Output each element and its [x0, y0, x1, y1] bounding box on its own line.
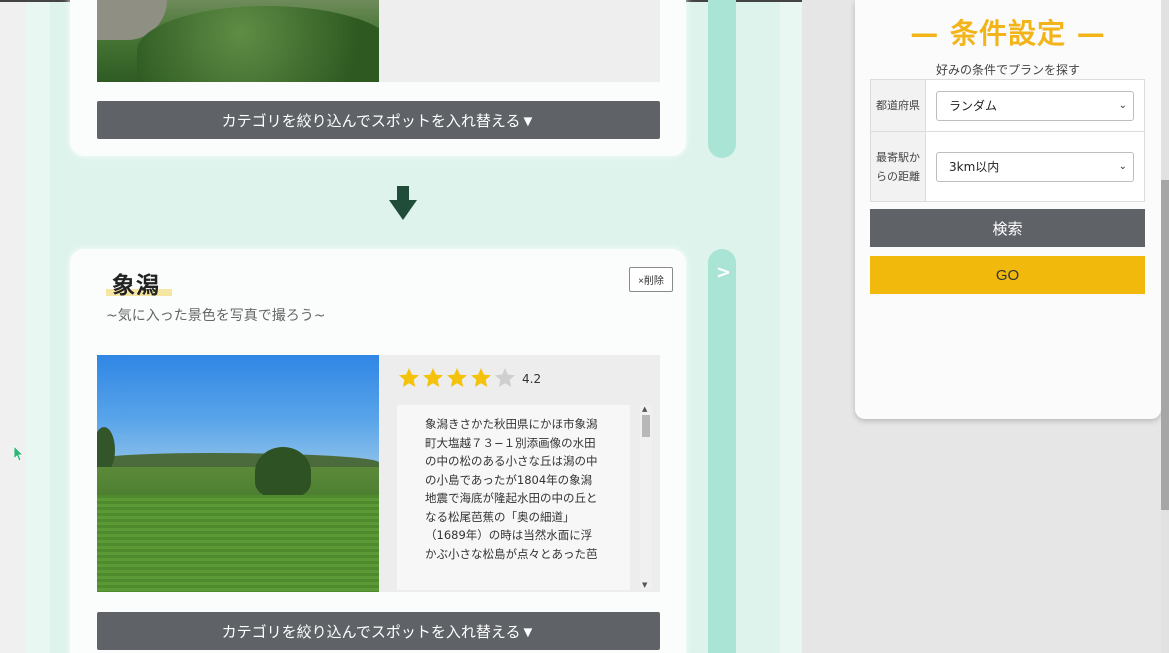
search-button[interactable]: 検索: [870, 209, 1145, 247]
go-button[interactable]: GO: [870, 256, 1145, 294]
panel-subtitle: 好みの条件でプランを探す: [935, 63, 1080, 77]
page-scroll-thumb[interactable]: [1161, 180, 1169, 510]
star-icon: [495, 368, 515, 387]
spot-title: 象潟: [112, 273, 160, 299]
spot-subtitle: ~気に入った景色を写真で撮ろう~: [106, 308, 326, 324]
left-margin: [0, 0, 26, 653]
scroll-thumb[interactable]: [642, 415, 650, 437]
spot-description: 象潟きさかた秋田県にかほ市象潟町大塩越７３−１別添画像の水田の中の松のある小さな…: [425, 417, 598, 561]
cursor-icon: [14, 446, 24, 462]
star-icon: [471, 368, 491, 387]
star-icon: [447, 368, 467, 387]
category-swap-button[interactable]: カテゴリを絞り込んでスポットを入れ替える▼: [97, 101, 660, 139]
star-icon: [399, 368, 419, 387]
arrow-down-icon: [389, 186, 417, 220]
chevron-down-icon: ⌄: [1118, 100, 1127, 111]
page-scrollbar[interactable]: [1161, 0, 1169, 653]
distance-select[interactable]: 3km以内 ⌄: [936, 151, 1134, 182]
scroll-down-icon[interactable]: ▼: [642, 581, 647, 589]
prefecture-label: 都道府県: [870, 79, 926, 132]
card-next-handle[interactable]: [708, 249, 736, 653]
description-scrollbar[interactable]: ▲ ▼: [640, 405, 652, 590]
rating-value: 4.2: [522, 372, 542, 386]
rating-stars: [397, 366, 517, 390]
delete-button[interactable]: ×削除: [629, 267, 673, 292]
spot-photo: [97, 355, 379, 592]
scroll-up-icon[interactable]: ▲: [642, 405, 647, 413]
distance-select-value: 3km以内: [949, 160, 1000, 174]
next-arrow-icon[interactable]: >: [716, 262, 731, 283]
panel-title: — 条件設定 —: [910, 17, 1106, 50]
category-swap-button-2[interactable]: カテゴリを絞り込んでスポットを入れ替える▼: [97, 612, 660, 650]
prefecture-select[interactable]: ランダム ⌄: [936, 90, 1134, 121]
prefecture-select-value: ランダム: [949, 99, 998, 113]
chevron-down-icon: ⌄: [1118, 161, 1127, 172]
description-box: 象潟きさかた秋田県にかほ市象潟町大塩越７３−１別添画像の水田の中の松のある小さな…: [397, 405, 630, 590]
distance-label: 最寄駅からの距離: [870, 131, 926, 202]
condition-table: 都道府県 ランダム ⌄ 最寄駅からの距離 3km以内 ⌄: [870, 79, 1145, 202]
spot-info-previous: [379, 0, 660, 82]
spot-photo-previous: [97, 0, 379, 82]
star-icon: [423, 368, 443, 387]
card-scroll-handle[interactable]: [708, 0, 736, 158]
